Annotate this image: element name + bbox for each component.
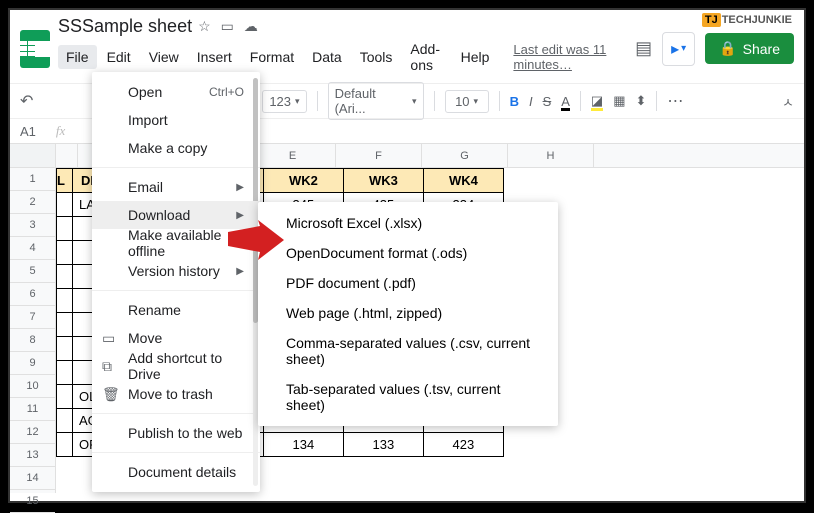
select-all-corner[interactable] <box>10 144 55 168</box>
row-header[interactable]: 4 <box>10 237 55 260</box>
italic-button[interactable]: I <box>529 94 533 109</box>
menu-view[interactable]: View <box>141 45 187 69</box>
row-header[interactable]: 8 <box>10 329 55 352</box>
row-header[interactable]: 15 <box>10 490 55 513</box>
row-header[interactable]: 1 <box>10 168 55 191</box>
table-header: WK3 <box>343 169 423 193</box>
menu-insert[interactable]: Insert <box>189 45 240 69</box>
annotation-arrow <box>228 220 284 260</box>
menu-item-icon: ⧉ <box>102 358 112 375</box>
number-format[interactable]: 123▾ <box>262 90 306 113</box>
col-header[interactable]: G <box>422 144 508 167</box>
download-option[interactable]: Microsoft Excel (.xlsx) <box>258 208 558 238</box>
strike-button[interactable]: S <box>543 94 552 109</box>
watermark: TJTECHJUNKIE <box>702 14 792 26</box>
present-icon: ▸ <box>671 39 679 59</box>
menu-item-version-history[interactable]: Version history▶ <box>92 257 260 285</box>
menu-file[interactable]: File <box>58 45 97 69</box>
menu-item-publish-to-the-web[interactable]: Publish to the web <box>92 419 260 447</box>
chevron-right-icon: ▶ <box>236 266 244 277</box>
last-edit-link[interactable]: Last edit was 11 minutes… <box>505 38 617 76</box>
chevron-right-icon: ▶ <box>236 182 244 193</box>
more-toolbar-icon[interactable]: ⋯ <box>667 91 684 111</box>
row-header[interactable]: 5 <box>10 260 55 283</box>
menu-format[interactable]: Format <box>242 45 302 69</box>
merge-button[interactable]: ⬍ <box>636 93 647 109</box>
menu-item-document-details[interactable]: Document details <box>92 458 260 486</box>
font-select[interactable]: Default (Ari...▾ <box>328 82 424 120</box>
borders-button[interactable]: ▦ <box>613 93 625 109</box>
download-option[interactable]: Comma-separated values (.csv, current sh… <box>258 328 558 374</box>
row-header[interactable]: 10 <box>10 375 55 398</box>
fx-icon: fx <box>56 123 65 139</box>
row-header[interactable]: 3 <box>10 214 55 237</box>
bold-button[interactable]: B <box>510 94 519 109</box>
menu-item-move-to-trash[interactable]: 🗑Move to trash <box>92 380 260 408</box>
document-title[interactable]: SSSample sheet <box>58 16 192 37</box>
table-header: WK2 <box>263 169 343 193</box>
download-option[interactable]: PDF document (.pdf) <box>258 268 558 298</box>
fill-color-button[interactable]: ◪ <box>591 93 603 109</box>
menu-tools[interactable]: Tools <box>352 45 401 69</box>
menu-item-open[interactable]: OpenCtrl+O <box>92 78 260 106</box>
col-header[interactable]: H <box>508 144 594 167</box>
font-size[interactable]: 10▾ <box>445 90 489 113</box>
menu-item-icon: 🗑 <box>102 386 120 403</box>
cell[interactable]: 423 <box>423 433 503 457</box>
present-button[interactable]: ▸ ▾ <box>662 32 695 66</box>
expand-up-icon[interactable]: ㅅ <box>782 92 794 111</box>
row-header[interactable]: 2 <box>10 191 55 214</box>
row-header[interactable]: 9 <box>10 352 55 375</box>
menu-item-rename[interactable]: Rename <box>92 296 260 324</box>
row-header[interactable]: 12 <box>10 421 55 444</box>
table-header: WK4 <box>423 169 503 193</box>
cloud-icon[interactable]: ☁ <box>244 18 258 35</box>
download-option[interactable]: Tab-separated values (.tsv, current shee… <box>258 374 558 420</box>
sheets-app-icon[interactable] <box>20 30 50 68</box>
star-icon[interactable]: ☆ <box>198 18 211 35</box>
comments-icon[interactable]: ▤ <box>635 38 652 59</box>
cell[interactable]: 134 <box>263 433 343 457</box>
row-header[interactable]: 6 <box>10 283 55 306</box>
undo-icon[interactable]: ↶ <box>20 91 33 111</box>
menu-item-icon: ▭ <box>102 330 115 347</box>
name-box[interactable]: A1 <box>20 124 36 139</box>
col-header[interactable]: F <box>336 144 422 167</box>
menu-item-add-shortcut-to-drive[interactable]: ⧉Add shortcut to Drive <box>92 352 260 380</box>
cell[interactable]: 133 <box>343 433 423 457</box>
download-submenu: Microsoft Excel (.xlsx)OpenDocument form… <box>258 202 558 426</box>
download-option[interactable]: OpenDocument format (.ods) <box>258 238 558 268</box>
menu-help[interactable]: Help <box>453 45 498 69</box>
menu-item-email[interactable]: Email▶ <box>92 173 260 201</box>
chevron-down-icon: ▾ <box>681 43 686 54</box>
share-button[interactable]: 🔒 Share <box>705 33 794 64</box>
menu-item-import[interactable]: Import <box>92 106 260 134</box>
menu-data[interactable]: Data <box>304 45 350 69</box>
menu-addons[interactable]: Add-ons <box>402 37 450 77</box>
row-header[interactable]: 13 <box>10 444 55 467</box>
menu-item-move[interactable]: ▭Move <box>92 324 260 352</box>
row-header[interactable]: 14 <box>10 467 55 490</box>
menu-edit[interactable]: Edit <box>99 45 139 69</box>
file-menu-panel: OpenCtrl+OImportMake a copyEmail▶Downloa… <box>92 72 260 492</box>
row-header[interactable]: 11 <box>10 398 55 421</box>
col-header[interactable] <box>56 144 78 167</box>
lock-icon: 🔒 <box>719 40 736 57</box>
move-icon[interactable]: ▭ <box>221 18 234 35</box>
download-option[interactable]: Web page (.html, zipped) <box>258 298 558 328</box>
row-headers: 123456789101112131415 <box>10 144 56 493</box>
col-header[interactable]: E <box>250 144 336 167</box>
menu-item-make-a-copy[interactable]: Make a copy <box>92 134 260 162</box>
row-header[interactable]: 7 <box>10 306 55 329</box>
text-color-button[interactable]: A <box>561 94 570 109</box>
chevron-right-icon: ▶ <box>236 210 244 221</box>
